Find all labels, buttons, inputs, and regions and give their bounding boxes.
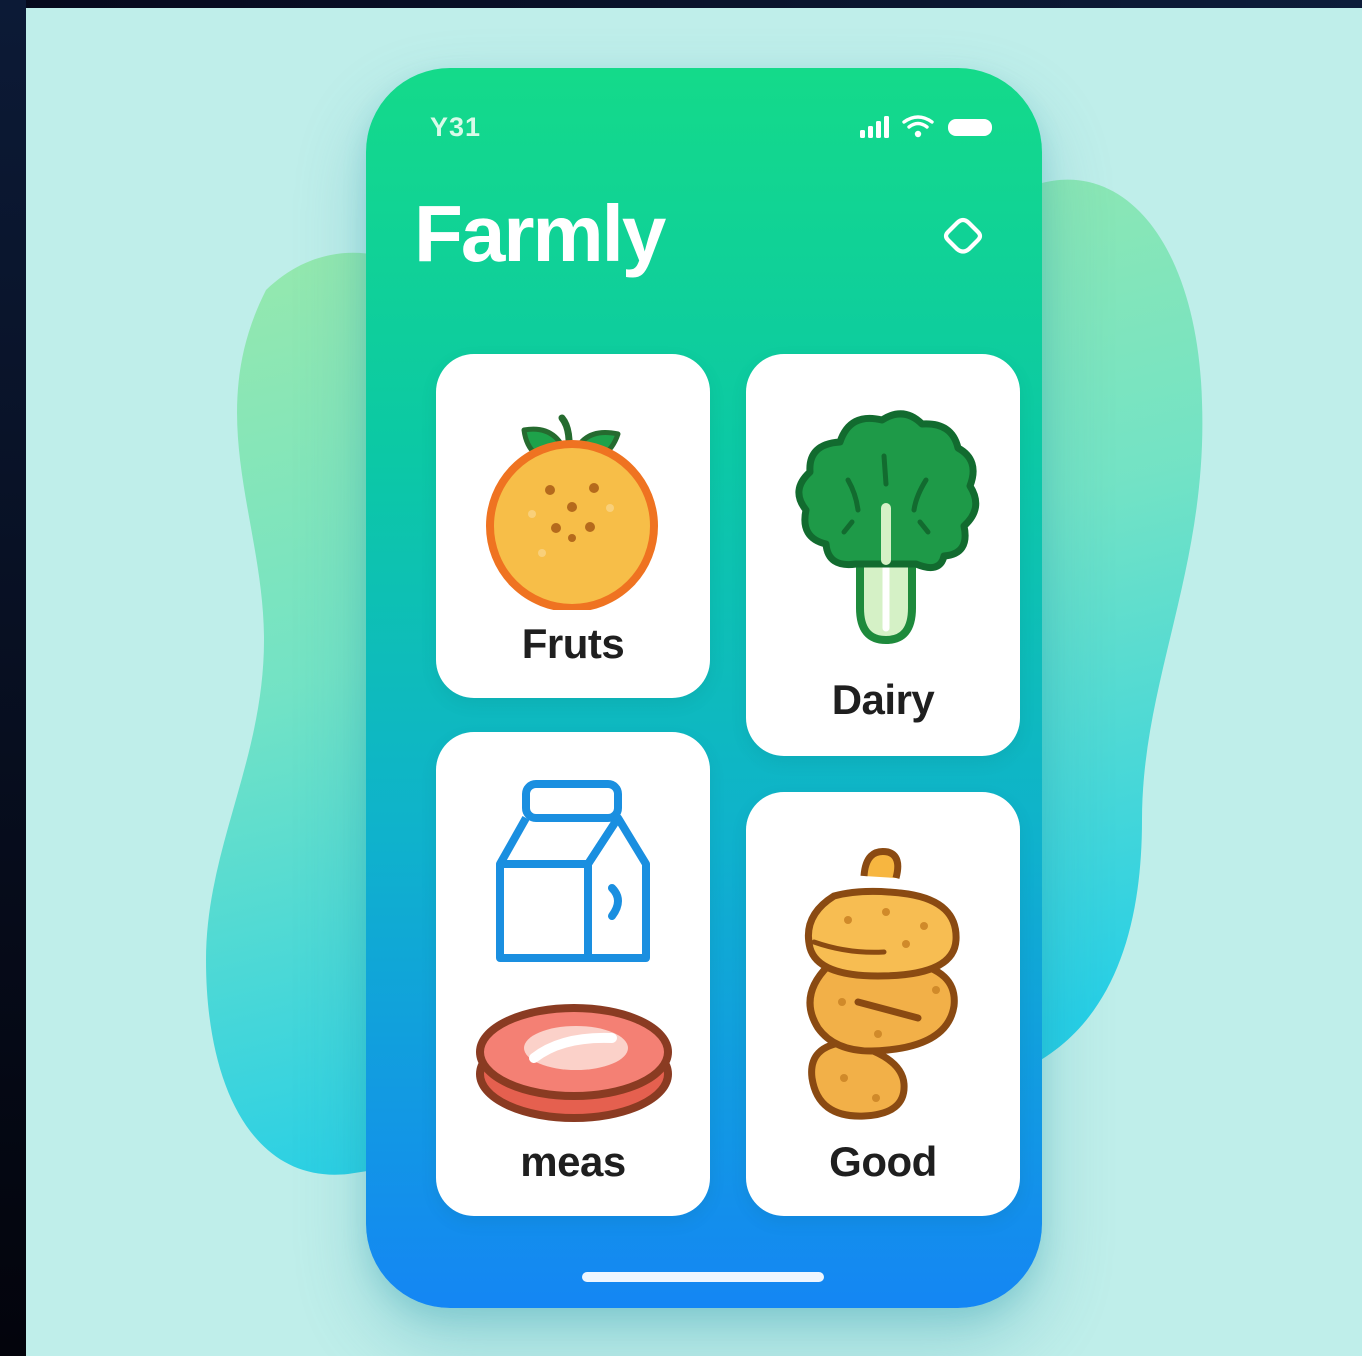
bread-icon <box>804 848 960 1120</box>
milk-carton-icon <box>496 780 650 962</box>
battery-icon <box>948 119 992 136</box>
phone-screen: Y31 Farmly Fruts Dairy meas Good <box>366 68 1042 1308</box>
category-card-meats[interactable]: meas <box>436 732 710 1216</box>
category-card-dairy[interactable]: Dairy <box>746 354 1020 756</box>
window-frame-left <box>0 0 26 1356</box>
category-label-fruits: Fruts <box>521 620 625 667</box>
category-label-dairy: Dairy <box>831 676 935 723</box>
window-frame-top <box>0 0 1362 8</box>
bok-choy-icon <box>795 410 980 644</box>
category-label-good: Good <box>829 1138 937 1185</box>
meat-steak-icon <box>476 1004 672 1122</box>
category-label-meats: meas <box>520 1138 626 1185</box>
app-title: Farmly <box>414 189 666 278</box>
status-time: Y31 <box>430 112 482 142</box>
category-card-good[interactable]: Good <box>746 792 1020 1216</box>
background-canvas: Y31 Farmly Fruts Dairy meas Good <box>26 8 1362 1356</box>
category-card-fruits[interactable]: Fruts <box>436 354 710 698</box>
settings-icon[interactable] <box>932 208 994 270</box>
wifi-icon <box>902 115 934 138</box>
home-indicator[interactable] <box>582 1272 824 1282</box>
orange-icon <box>486 414 658 610</box>
status-icons <box>860 115 992 138</box>
signal-icon <box>860 116 889 138</box>
